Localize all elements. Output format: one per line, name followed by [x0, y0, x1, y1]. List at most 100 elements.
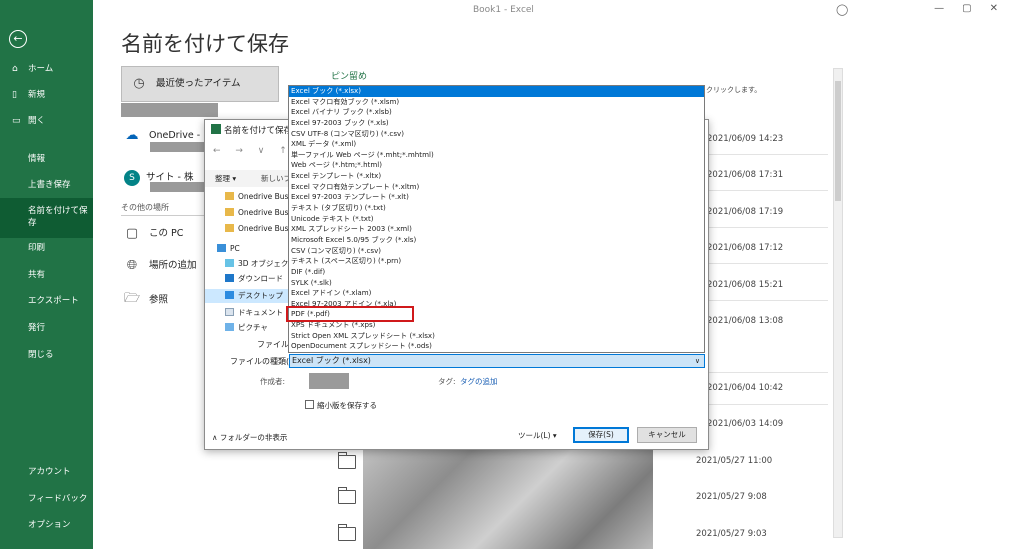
home-icon: ⌂ — [12, 64, 18, 74]
sidebar-item-publish[interactable]: 発行 — [0, 315, 93, 341]
window-title: Book1 - Excel — [473, 5, 534, 15]
tree-item-selected[interactable]: デスクトップ — [205, 289, 291, 303]
filetype-option[interactable]: Web ページ (*.htm;*.html) — [289, 160, 704, 171]
folder-icon — [225, 224, 234, 232]
sidebar-item-feedback[interactable]: フィードバック — [0, 486, 93, 512]
filetype-option[interactable]: Excel アドイン (*.xlam) — [289, 288, 704, 299]
sidebar-item-share[interactable]: 共有 — [0, 262, 93, 288]
filetype-option[interactable]: Excel 97-2003 ブック (*.xls) — [289, 118, 704, 129]
list-item-date: 2021/06/08 17:31 — [707, 170, 784, 180]
row-separator — [708, 190, 828, 191]
computer-icon — [217, 244, 226, 252]
filetype-option[interactable]: XML データ (*.xml) — [289, 139, 704, 150]
tree-item[interactable]: Onedrive Busi — [205, 206, 291, 220]
location-recent[interactable]: ◷ 最近使ったアイテム — [121, 66, 279, 102]
add-tag-link[interactable]: タグの追加 — [460, 376, 498, 387]
filetype-option[interactable]: Excel 97-2003 テンプレート (*.xlt) — [289, 192, 704, 203]
filetype-option[interactable]: Unicode テキスト (*.txt) — [289, 214, 704, 225]
list-item-date: 2021/06/08 13:08 — [707, 316, 784, 326]
list-item-date: 2021/06/08 17:12 — [707, 243, 784, 253]
picture-icon — [225, 323, 234, 331]
row-separator — [708, 227, 828, 228]
filetype-option[interactable]: Strict Open XML スプレッドシート (*.xlsx) — [289, 331, 704, 342]
back-arrow-icon[interactable]: ← — [9, 30, 27, 48]
tree-item[interactable]: PC — [205, 242, 291, 256]
nav-buttons[interactable]: ← → ∨ ↑ — [213, 146, 293, 156]
chevron-up-icon: ∧ — [212, 433, 220, 442]
filetype-option[interactable]: CSV (コンマ区切り) (*.csv) — [289, 246, 704, 257]
excel-icon — [211, 124, 221, 134]
filetype-option[interactable]: Excel マクロ有効テンプレート (*.xltm) — [289, 182, 704, 193]
document-icon — [225, 308, 234, 316]
tree-item[interactable]: Onedrive Busi — [205, 222, 291, 236]
row-separator — [708, 263, 828, 264]
list-item-date: 2021/06/08 15:21 — [707, 280, 784, 290]
tree-item[interactable]: Onedrive Busi — [205, 190, 291, 204]
filetype-option[interactable]: Microsoft Excel 5.0/95 ブック (*.xls) — [289, 235, 704, 246]
save-button[interactable]: 保存(S) — [573, 427, 629, 443]
sidebar-item-save-as[interactable]: 名前を付けて保存 — [0, 198, 93, 238]
tree-item[interactable]: ピクチャ — [205, 321, 291, 335]
filetype-option[interactable]: CSV UTF-8 (コンマ区切り) (*.csv) — [289, 129, 704, 140]
minimize-icon[interactable]: — — [934, 3, 962, 14]
filetype-select[interactable]: Excel ブック (*.xlsx) ∨ — [289, 354, 705, 368]
filetype-option[interactable]: Excel マクロ有効ブック (*.xlsm) — [289, 97, 704, 108]
author-label: 作成者: — [260, 377, 286, 386]
sidebar-item-options[interactable]: オプション — [0, 512, 93, 538]
sidebar-item-home[interactable]: ⌂ ホーム — [0, 56, 93, 82]
list-item-date: 2021/05/27 11:00 — [696, 456, 773, 466]
checkbox-box[interactable] — [305, 400, 314, 409]
tree-item[interactable]: ダウンロード — [205, 272, 291, 286]
cube-icon — [225, 259, 234, 267]
filetype-option[interactable]: テキスト (タブ区切り) (*.txt) — [289, 203, 704, 214]
person-icon[interactable]: ◯ — [836, 3, 848, 16]
sidebar-item-save[interactable]: 上書き保存 — [0, 172, 93, 198]
download-icon — [225, 274, 234, 282]
filetype-option[interactable]: Excel ブック (*.xlsx) — [289, 86, 704, 97]
filetype-option[interactable]: Excel テンプレート (*.xltx) — [289, 171, 704, 182]
scrollbar[interactable] — [833, 68, 843, 538]
page-title: 名前を付けて保存 — [121, 32, 289, 56]
filetype-option[interactable]: テキスト (スペース区切り) (*.prn) — [289, 256, 704, 267]
filetype-option[interactable]: XML スプレッドシート 2003 (*.xml) — [289, 224, 704, 235]
filetype-option[interactable]: SYLK (*.slk) — [289, 278, 704, 289]
filetype-option[interactable]: 単一ファイル Web ページ (*.mht;*.mhtml) — [289, 150, 704, 161]
filetype-option[interactable]: Excel バイナリ ブック (*.xlsb) — [289, 107, 704, 118]
folder-icon — [338, 452, 356, 469]
sidebar-item-close[interactable]: 閉じる — [0, 342, 93, 368]
list-item-date: 2021/06/08 17:19 — [707, 207, 784, 217]
tree-item[interactable]: ドキュメント — [205, 306, 291, 320]
redacted-image — [363, 440, 653, 549]
save-thumbnail-checkbox[interactable]: 縮小版を保存する — [305, 400, 377, 411]
sidebar-item-export[interactable]: エクスポート — [0, 288, 93, 314]
filetype-option[interactable]: OpenDocument スプレッドシート (*.ods) — [289, 341, 704, 352]
desktop-icon — [225, 291, 234, 299]
clock-icon: ◷ — [133, 76, 145, 91]
row-separator — [708, 154, 828, 155]
list-item-date: 2021/06/09 14:23 — [707, 134, 784, 144]
sidebar-item-new[interactable]: ▯ 新規 — [0, 82, 93, 108]
sidebar-item-print[interactable]: 印刷 — [0, 235, 93, 261]
sidebar-item-open[interactable]: ▭ 開く — [0, 108, 93, 134]
sidebar-item-account[interactable]: アカウント — [0, 459, 93, 485]
redacted-block — [150, 182, 205, 192]
row-separator — [708, 372, 828, 373]
new-file-icon: ▯ — [12, 90, 17, 100]
list-item-date: 2021/06/04 10:42 — [707, 383, 784, 393]
redacted-block — [150, 142, 205, 152]
folder-icon — [338, 487, 356, 504]
filetype-option[interactable]: DIF (*.dif) — [289, 267, 704, 278]
folder-icon — [225, 208, 234, 216]
hide-folders-button[interactable]: ∧ フォルダーの非表示 — [212, 432, 287, 443]
list-item-date: 2021/05/27 9:03 — [696, 529, 767, 539]
scrollbar-thumb[interactable] — [835, 81, 841, 201]
cancel-button[interactable]: キャンセル — [637, 427, 697, 443]
list-item-date: 2021/06/03 14:09 — [707, 419, 784, 429]
sidebar-item-info[interactable]: 情報 — [0, 146, 93, 172]
window-controls[interactable]: —▢✕ — [934, 3, 1016, 14]
restore-icon[interactable]: ▢ — [962, 3, 989, 14]
tools-button[interactable]: ツール(L) ▾ — [518, 430, 557, 441]
open-folder-icon: ▭ — [12, 116, 21, 126]
tree-item[interactable]: 3D オブジェクト — [205, 257, 291, 271]
close-icon[interactable]: ✕ — [990, 3, 1016, 14]
